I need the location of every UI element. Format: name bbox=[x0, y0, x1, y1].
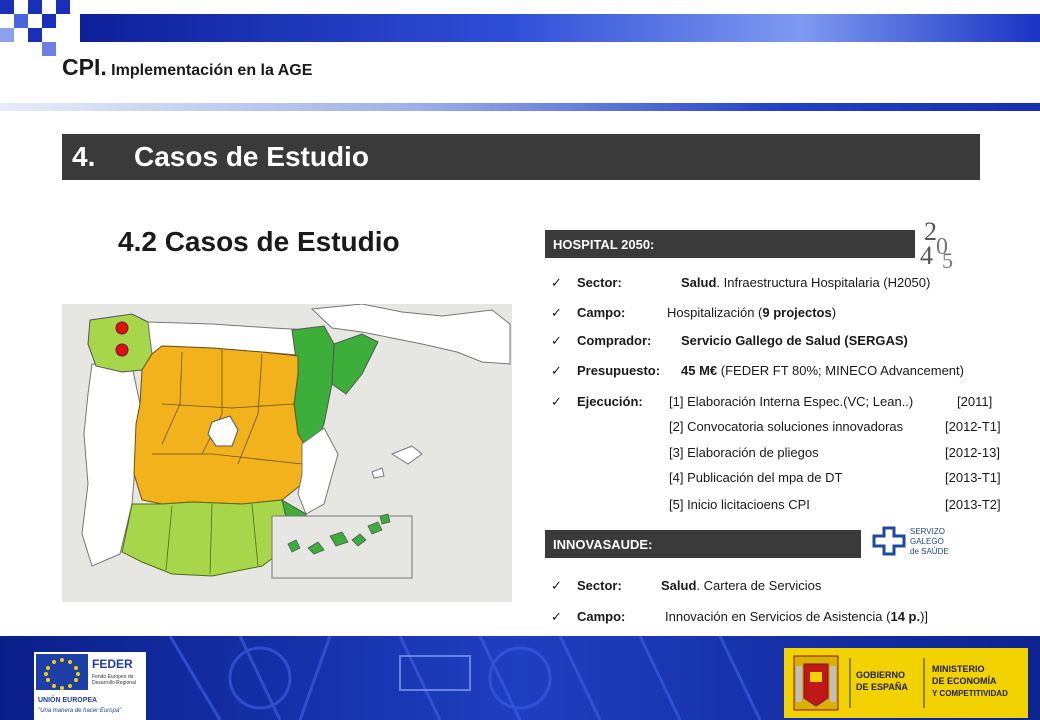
sergas-logo: SERVIZO GALEGO de SAÚDE bbox=[870, 524, 960, 562]
footer: FEDER Fondo Europeo de Desarrollo Region… bbox=[0, 636, 1040, 720]
ejecucion-step-date: [2013-T1] bbox=[945, 470, 1001, 485]
header-checker-decoration bbox=[0, 0, 80, 58]
header-title-main: CPI. bbox=[62, 54, 107, 80]
hospital-header: HOSPITAL 2050: bbox=[545, 230, 915, 258]
innova-sector: ✓ Sector: Salud. Cartera de Servicios bbox=[551, 578, 822, 593]
sergas-logo-line1: SERVIZO bbox=[910, 527, 945, 536]
header-title: CPI. Implementación en la AGE bbox=[62, 54, 312, 81]
section-banner: 4. Casos de Estudio bbox=[62, 134, 980, 180]
ejecucion-step: [4] Publicación del mpa de DT bbox=[669, 470, 843, 485]
innova-header: INNOVASAUDE: bbox=[545, 530, 861, 558]
hospital-sector: ✓ Sector: Salud. Infraestructura Hospitala… bbox=[551, 275, 931, 290]
ejecucion-step: [2] Convocatoria soluciones innovadoras bbox=[669, 419, 904, 434]
ejecucion-step: [1] Elaboración Interna Espec.(VC; Lean.… bbox=[669, 394, 914, 409]
innova-campo: ✓ Campo: Innovación en Servicios de Asiste… bbox=[551, 609, 929, 624]
spain-map-svg bbox=[62, 304, 512, 602]
sergas-logo-line3: de SAÚDE bbox=[910, 547, 949, 556]
section-number: 4. bbox=[72, 141, 96, 172]
check-icon: ✓ bbox=[551, 333, 562, 348]
subsection-title: 4.2 Casos de Estudio bbox=[118, 226, 400, 257]
ejecucion-step-date: [2012-13] bbox=[945, 445, 1000, 460]
feder-logo: FEDER Fondo Europeo de Desarrollo Region… bbox=[34, 652, 146, 720]
feder-sub2: Desarrollo Regional bbox=[92, 680, 136, 686]
ejecucion-step: [3] Elaboración de pliegos bbox=[669, 445, 819, 460]
check-icon: ✓ bbox=[551, 363, 562, 378]
check-icon: ✓ bbox=[551, 305, 562, 320]
check-icon: ✓ bbox=[551, 578, 562, 593]
ue-title: UNIÓN EUROPEA bbox=[38, 695, 97, 704]
section-title: Casos de Estudio bbox=[134, 141, 369, 172]
svg-text:5: 5 bbox=[942, 248, 953, 270]
hospital-presupuesto: ✓ Presupuesto: 45 M€ (FEDER FT 80%; MINECO… bbox=[551, 363, 964, 378]
check-icon: ✓ bbox=[551, 275, 562, 290]
feder-title: FEDER bbox=[92, 657, 133, 671]
ministerio-line2: DE ECONOMÍA bbox=[932, 676, 997, 686]
check-icon: ✓ bbox=[551, 609, 562, 624]
header-bar bbox=[80, 14, 1040, 42]
ministerio-line1: MINISTERIO bbox=[932, 664, 985, 674]
ministerio-line3: Y COMPETITIVIDAD bbox=[932, 689, 1008, 698]
svg-text:4: 4 bbox=[920, 241, 933, 270]
ejecucion-step-date: [2012-T1] bbox=[945, 419, 1001, 434]
ejecucion-step-date: [2013-T2] bbox=[945, 497, 1001, 512]
gobierno-logo: GOBIERNO DE ESPAÑA MINISTERIO DE ECONOMÍ… bbox=[784, 648, 1028, 718]
hospital-ejecucion: ✓ Ejecución: bbox=[551, 394, 643, 409]
h2050-logo: 2 0 4 5 bbox=[918, 214, 968, 273]
hospital-comprador: ✓ Comprador: Servicio Gallego de Salud (SE… bbox=[551, 333, 908, 348]
hospital-campo: ✓ Campo: Hospitalización (9 projectos) bbox=[551, 305, 837, 320]
sergas-logo-line2: GALEGO bbox=[910, 537, 944, 546]
header-rule bbox=[0, 103, 1040, 111]
gobierno-line2: DE ESPAÑA bbox=[856, 682, 908, 692]
ue-motto: "Una manera de hacer Europa" bbox=[38, 708, 122, 714]
header-title-sub: Implementación en la AGE bbox=[106, 62, 313, 79]
gobierno-line1: GOBIERNO bbox=[856, 670, 905, 680]
ejecucion-step-date: [2011] bbox=[957, 394, 993, 409]
spain-map bbox=[62, 304, 512, 602]
check-icon: ✓ bbox=[551, 394, 562, 409]
ejecucion-step: [5] Inicio licitacioens CPI bbox=[669, 497, 810, 512]
